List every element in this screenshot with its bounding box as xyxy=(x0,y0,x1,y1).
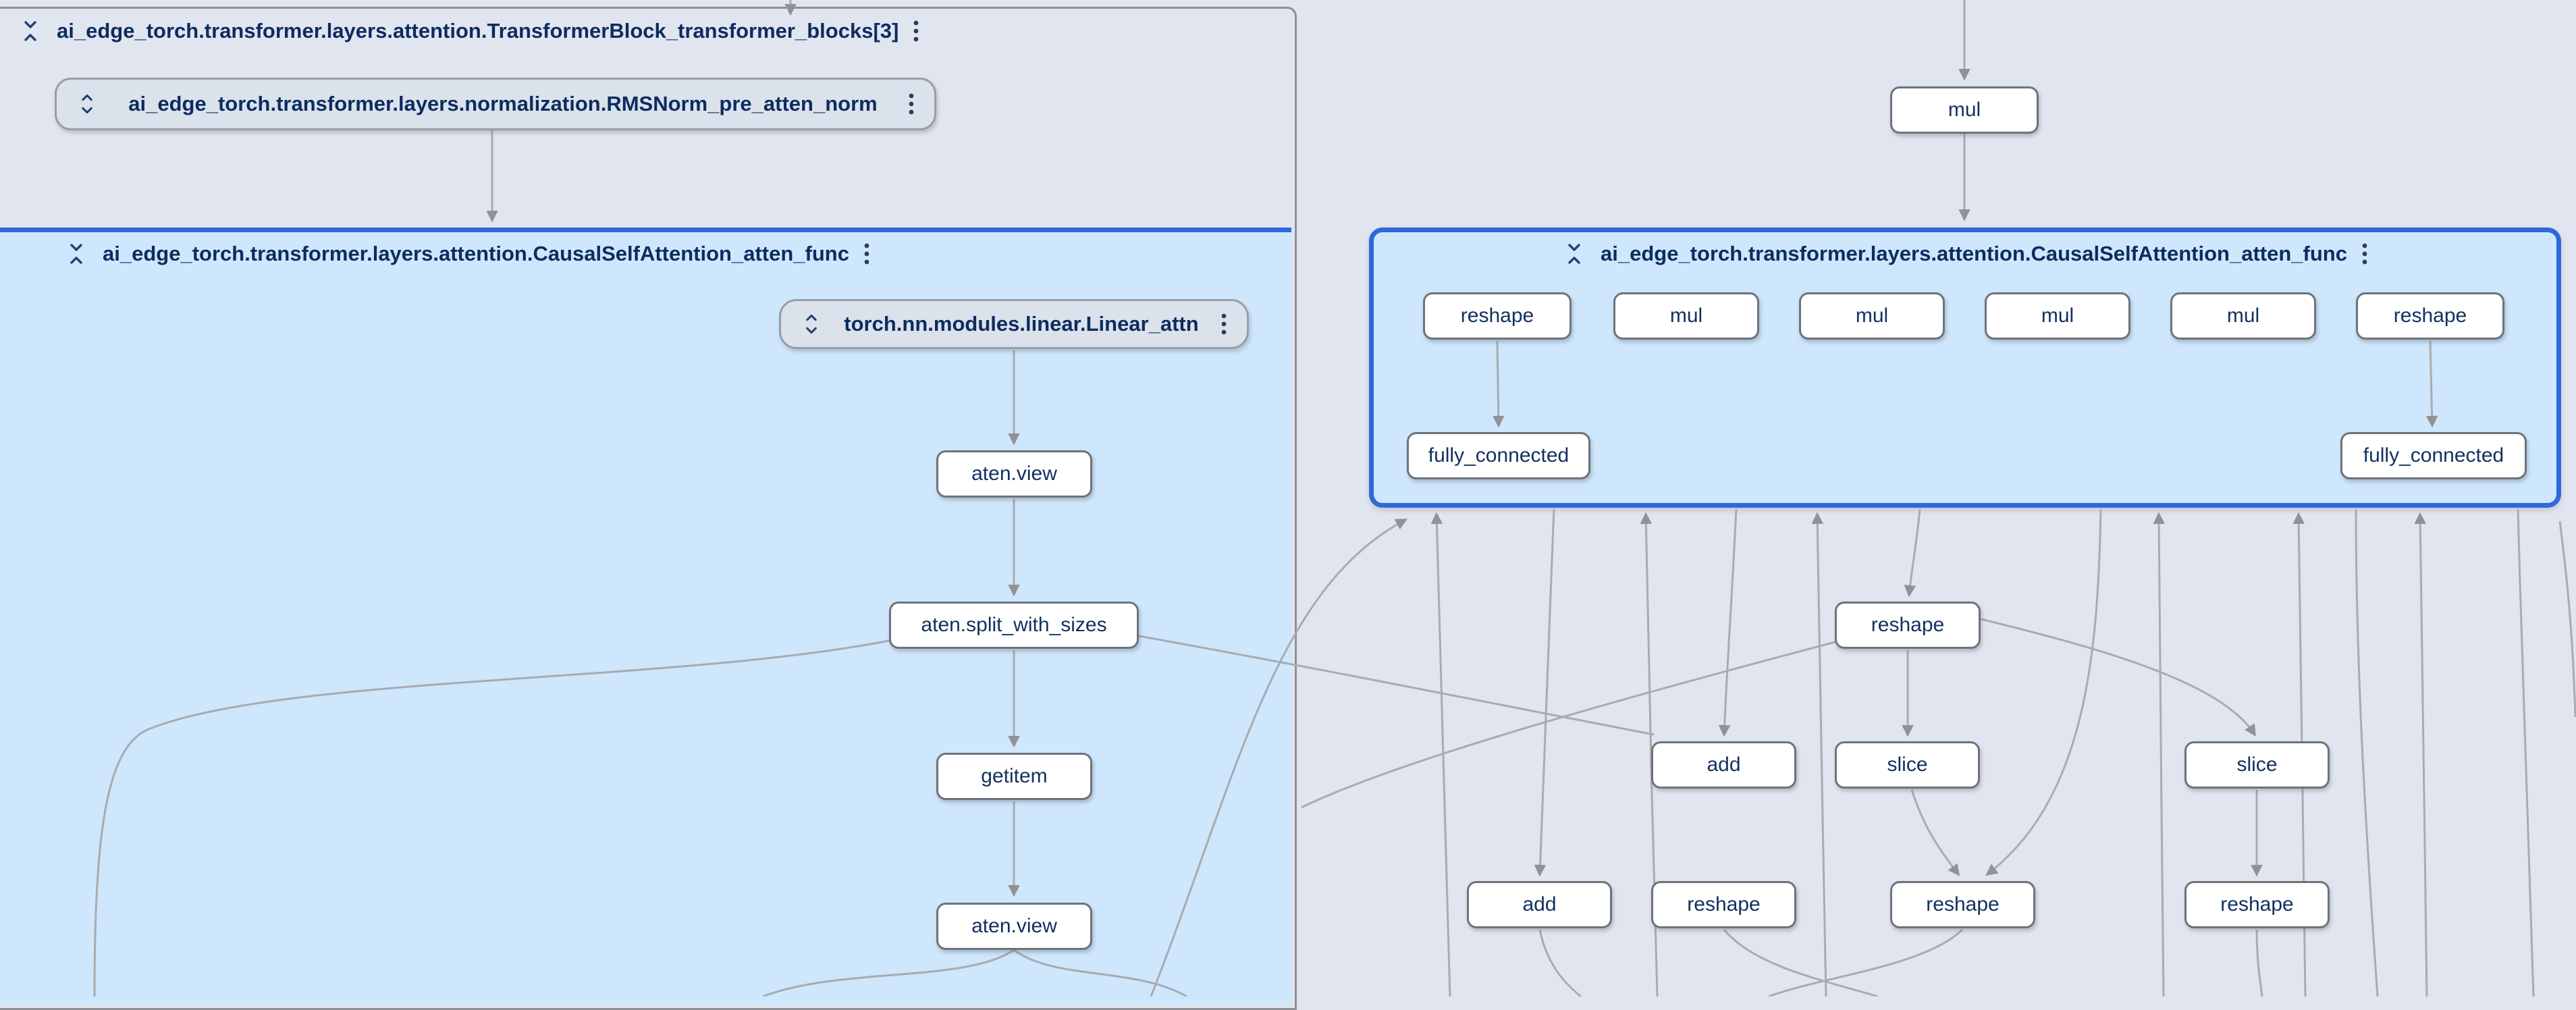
op-node-reshape-k[interactable]: reshape xyxy=(2356,292,2504,340)
op-label: slice xyxy=(2236,753,2277,776)
op-label: getitem xyxy=(981,765,1047,788)
right-attention-group-title: ai_edge_torch.transformer.layers.attenti… xyxy=(1601,242,2347,266)
op-label: mul xyxy=(2227,304,2259,327)
op-node-reshape-bottom-3[interactable]: reshape xyxy=(2184,881,2330,928)
edge xyxy=(2356,509,2378,996)
kebab-menu-icon[interactable] xyxy=(863,240,871,267)
op-node-aten-split-with-sizes[interactable]: aten.split_with_sizes xyxy=(889,602,1139,649)
kebab-menu-icon[interactable] xyxy=(912,18,920,45)
edge xyxy=(1540,509,1554,874)
transformer-block-header[interactable]: ai_edge_torch.transformer.layers.attenti… xyxy=(18,15,920,47)
op-label: reshape xyxy=(1687,893,1760,916)
edge xyxy=(1769,930,1962,996)
edge xyxy=(2257,930,2262,996)
op-node-slice-right[interactable]: slice xyxy=(2184,741,2330,789)
op-label: add xyxy=(1522,893,1556,916)
rmsnorm-group-node[interactable]: ai_edge_torch.transformer.layers.normali… xyxy=(55,78,936,130)
op-label: mul xyxy=(1670,304,1702,327)
edge xyxy=(1437,514,1450,996)
kebab-menu-icon[interactable] xyxy=(1220,311,1228,338)
op-label: reshape xyxy=(1926,893,1999,916)
edge xyxy=(2420,514,2427,996)
op-label: mul xyxy=(2041,304,2074,327)
op-node-mul-2[interactable]: mul xyxy=(1799,292,1945,340)
op-node-mul-4[interactable]: mul xyxy=(2170,292,2316,340)
op-label: aten.split_with_sizes xyxy=(921,614,1106,637)
unfold-less-icon[interactable] xyxy=(63,240,89,268)
edge xyxy=(1978,618,2255,735)
right-attention-group-header[interactable]: ai_edge_torch.transformer.layers.attenti… xyxy=(1369,238,2561,270)
edge xyxy=(1724,930,1878,996)
op-label: reshape xyxy=(2220,893,2293,916)
op-label: aten.view xyxy=(971,462,1057,485)
op-node-fully-connected-right[interactable]: fully_connected xyxy=(2340,432,2527,479)
edge xyxy=(2159,514,2164,996)
op-node-fully-connected-left[interactable]: fully_connected xyxy=(1407,432,1590,479)
edge xyxy=(2560,521,2575,717)
op-node-aten-view[interactable]: aten.view xyxy=(936,450,1092,498)
left-attention-group-header[interactable]: ai_edge_torch.transformer.layers.attenti… xyxy=(63,238,871,270)
op-node-reshape-top[interactable]: reshape xyxy=(1835,602,1981,649)
op-label: reshape xyxy=(1461,304,1534,327)
edge xyxy=(1909,509,1920,595)
edge xyxy=(1912,790,1958,874)
edge xyxy=(1817,514,1826,996)
op-label: add xyxy=(1707,753,1740,776)
op-node-slice-mid[interactable]: slice xyxy=(1835,741,1980,789)
op-label: fully_connected xyxy=(1428,444,1569,467)
op-node-mul-top[interactable]: mul xyxy=(1890,86,2039,134)
op-label: mul xyxy=(1948,99,1981,122)
op-label: mul xyxy=(1856,304,1888,327)
op-node-getitem[interactable]: getitem xyxy=(936,753,1092,800)
edge xyxy=(1987,509,2101,874)
op-label: fully_connected xyxy=(2363,444,2504,467)
op-node-add-bottom[interactable]: add xyxy=(1467,881,1612,928)
op-node-mul-1[interactable]: mul xyxy=(1613,292,1759,340)
linear-attn-group-node[interactable]: torch.nn.modules.linear.Linear_attn xyxy=(779,299,1249,349)
kebab-menu-icon[interactable] xyxy=(2361,240,2369,267)
unfold-more-icon[interactable] xyxy=(76,90,99,118)
left-attention-group-title: ai_edge_torch.transformer.layers.attenti… xyxy=(103,242,849,266)
op-node-reshape-bottom-1[interactable]: reshape xyxy=(1651,881,1796,928)
op-label: reshape xyxy=(1871,614,1944,637)
kebab-menu-icon[interactable] xyxy=(907,90,915,117)
op-node-add-mid[interactable]: add xyxy=(1651,741,1796,789)
model-graph-canvas[interactable]: { "canvas": {"width": 3816, "height": 14… xyxy=(0,0,2576,996)
edge xyxy=(2518,509,2533,996)
rmsnorm-label: ai_edge_torch.transformer.layers.normali… xyxy=(128,92,877,116)
unfold-less-icon[interactable] xyxy=(1561,240,1587,268)
edge xyxy=(1540,930,1581,996)
edge xyxy=(1724,509,1736,735)
op-label: reshape xyxy=(2394,304,2467,327)
op-node-reshape-q[interactable]: reshape xyxy=(1423,292,1572,340)
linear-attn-label: torch.nn.modules.linear.Linear_attn xyxy=(844,312,1198,336)
unfold-more-icon[interactable] xyxy=(800,310,823,338)
op-node-reshape-bottom-2[interactable]: reshape xyxy=(1890,881,2035,928)
op-node-aten-view-2[interactable]: aten.view xyxy=(936,903,1092,950)
op-label: slice xyxy=(1887,753,1927,776)
op-label: aten.view xyxy=(971,915,1057,938)
unfold-less-icon[interactable] xyxy=(18,17,43,45)
op-node-mul-3[interactable]: mul xyxy=(1985,292,2130,340)
transformer-block-title: ai_edge_torch.transformer.layers.attenti… xyxy=(57,19,898,43)
